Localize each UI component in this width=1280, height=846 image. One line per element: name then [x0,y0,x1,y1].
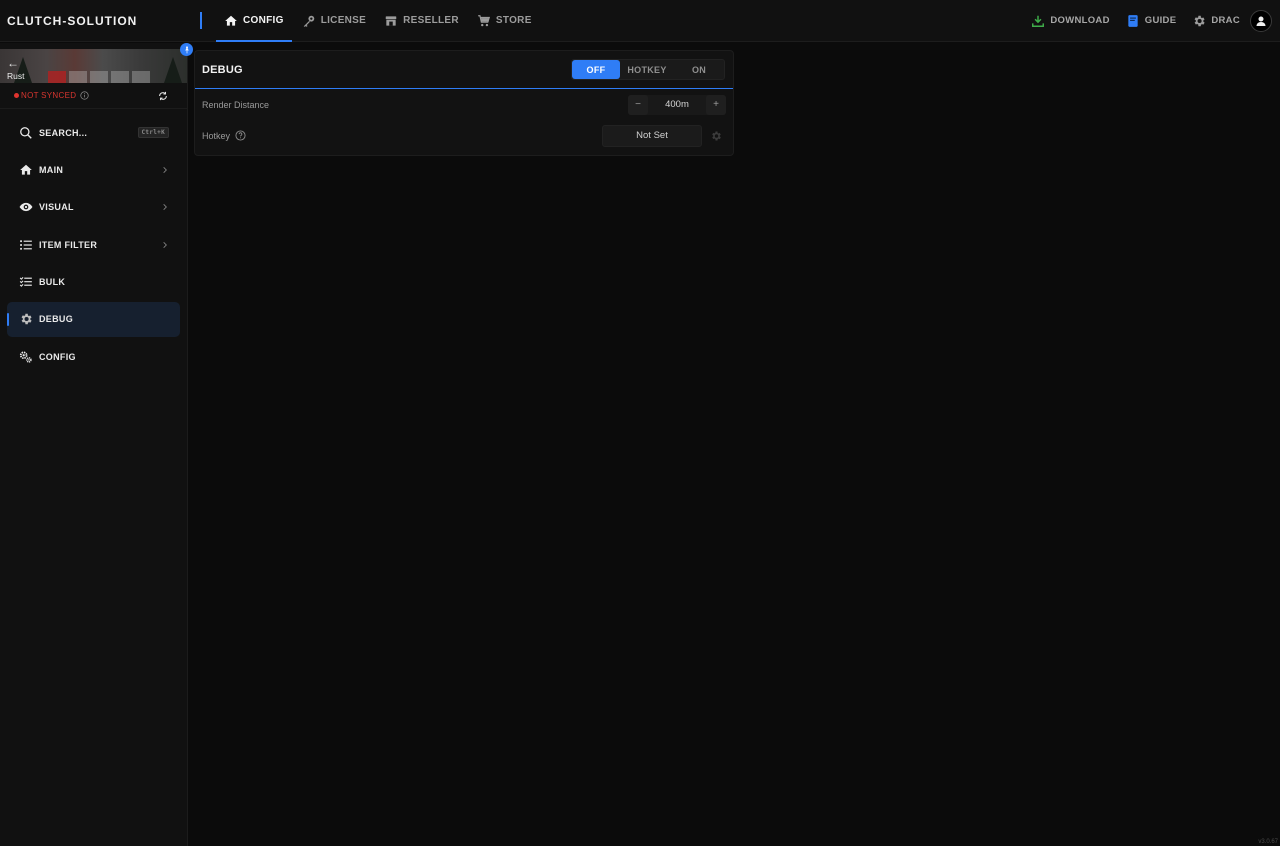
game-banner[interactable]: ← Rust [0,49,187,83]
help-icon[interactable] [235,130,246,141]
home-icon [225,15,237,26]
gear-icon [18,312,33,327]
info-icon[interactable] [80,91,89,100]
sidebar-search[interactable]: SEARCH... Ctrl+K [7,115,180,150]
pin-button[interactable] [180,43,193,56]
tab-store[interactable]: STORE [469,0,540,42]
tab-store-label: STORE [495,15,532,26]
render-distance-label: Render Distance [202,99,270,110]
gears-icon [18,349,33,364]
game-name: Rust [7,71,25,81]
banner-tree-decoration [164,57,182,83]
sidebar-item-label: VISUAL [39,202,74,213]
render-distance-value[interactable]: 400m [648,99,706,110]
download-button[interactable]: DOWNLOAD [1031,14,1109,28]
download-icon [1032,15,1045,27]
chevron-right-icon [163,166,167,173]
tab-config[interactable]: CONFIG [216,0,292,42]
refresh-icon[interactable] [158,91,168,101]
avatar[interactable] [1250,9,1272,32]
search-shortcut-badge: Ctrl+K [137,127,169,138]
sidebar-item-label: MAIN [39,164,64,175]
panel-title: DEBUG [202,63,243,76]
sidebar-item-label: BULK [39,277,66,288]
gear-icon[interactable] [710,130,722,142]
brand-logo: CLUTCH-SOLUTION [7,13,138,28]
cart-icon [478,14,490,26]
tab-config-label: CONFIG [243,15,284,26]
search-icon [18,125,33,140]
back-arrow-icon[interactable]: ← [7,57,19,69]
panel-header: DEBUG OFF HOTKEY ON [195,51,733,89]
tab-license-label: LICENSE [320,15,367,26]
sidebar-item-config[interactable]: CONFIG [7,339,180,374]
guide-button[interactable]: GUIDE [1126,14,1177,28]
mode-off-button[interactable]: OFF [572,60,620,79]
checklist-icon [18,275,33,290]
render-distance-row: Render Distance − 400m + [195,89,733,120]
sidebar-nav: SEARCH... Ctrl+K MAIN VISUAL ITEM FILTER [0,109,187,374]
store-icon [385,15,397,26]
user-settings-button[interactable]: DRAC [1192,14,1240,28]
home-icon [18,162,33,177]
guide-label: GUIDE [1144,15,1177,26]
download-label: DOWNLOAD [1050,15,1110,26]
top-bar: CLUTCH-SOLUTION CONFIG LICENSE RESELLER … [0,0,1280,42]
hotkey-row: Hotkey Not Set [195,120,733,151]
tab-license[interactable]: LICENSE [294,0,374,42]
chevron-right-icon [163,241,167,248]
top-divider [200,12,202,29]
sidebar-item-bulk[interactable]: BULK [7,265,180,300]
sidebar-item-label: CONFIG [39,351,76,362]
sidebar-item-main[interactable]: MAIN [7,152,180,187]
sidebar-item-debug[interactable]: DEBUG [7,301,180,337]
sidebar-item-visual[interactable]: VISUAL [7,190,180,225]
increment-button[interactable]: + [706,94,726,115]
sidebar-item-item-filter[interactable]: ITEM FILTER [7,227,180,262]
version-label: v3.0.67 [1258,839,1278,845]
search-label: SEARCH... [39,127,88,138]
sidebar: ← Rust NOT SYNCED SEARCH... Ctrl+K MAIN [0,43,188,846]
sidebar-item-label: ITEM FILTER [39,239,98,250]
key-icon [303,15,314,27]
tab-reseller-label: RESELLER [403,15,459,26]
pin-icon [184,46,189,53]
sidebar-item-label: DEBUG [39,314,74,325]
decrement-button[interactable]: − [628,94,648,115]
app-window: CLUTCH-SOLUTION CONFIG LICENSE RESELLER … [0,0,1280,846]
render-distance-stepper: − 400m + [628,94,726,115]
sync-status-text: NOT SYNCED [21,91,77,100]
username-label: DRAC [1211,15,1240,26]
top-nav: CONFIG LICENSE RESELLER STORE [216,0,542,42]
top-right-actions: DOWNLOAD GUIDE DRAC [1031,9,1280,32]
list-icon [18,237,33,252]
debug-panel: DEBUG OFF HOTKEY ON Render Distance − 40… [194,50,734,156]
mode-hotkey-button[interactable]: HOTKEY [620,60,674,79]
tab-reseller[interactable]: RESELLER [376,0,467,42]
gear-icon [1194,15,1205,26]
hotkey-label: Hotkey [202,130,231,141]
status-dot-icon [14,93,19,98]
mode-on-button[interactable]: ON [674,60,724,79]
sync-status-row: NOT SYNCED [0,83,187,109]
user-icon [1256,16,1266,26]
chevron-right-icon [163,204,167,211]
game-logo-image [48,71,150,83]
eye-icon [18,200,33,215]
mode-segmented-control: OFF HOTKEY ON [571,59,725,80]
hotkey-bind-button[interactable]: Not Set [602,124,702,147]
book-icon [1128,14,1138,27]
